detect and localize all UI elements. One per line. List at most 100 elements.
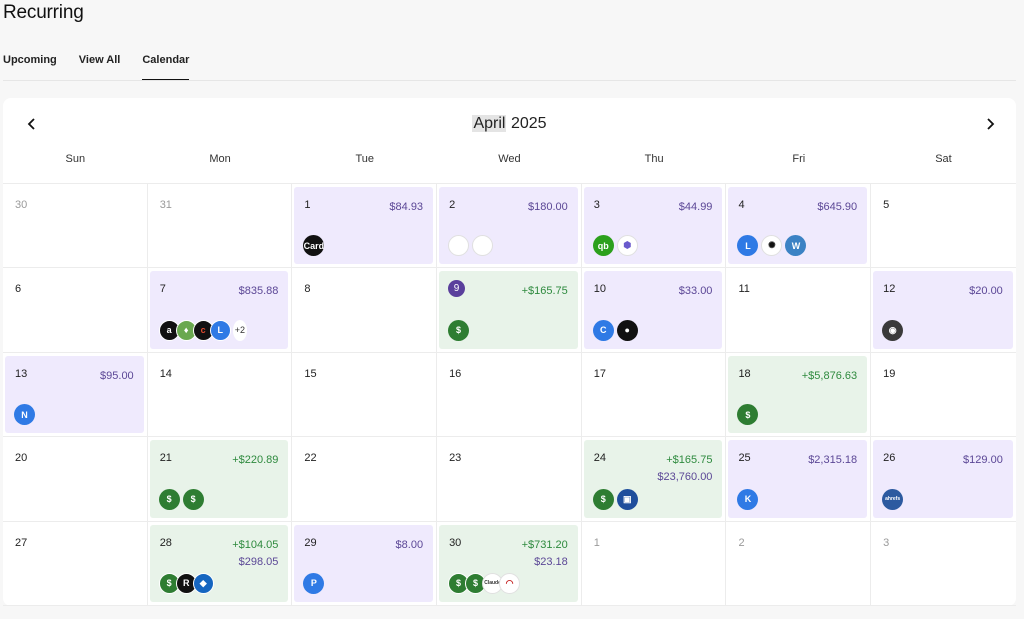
dollar-icon[interactable]: $ — [592, 488, 614, 510]
calendar-day-cell[interactable]: 1 — [581, 521, 727, 606]
dollar-icon[interactable]: $ — [737, 404, 759, 426]
calendar-day-cell[interactable]: 5 — [871, 184, 1016, 269]
tab-calendar[interactable]: Calendar — [142, 54, 190, 81]
day-number: 16 — [449, 367, 462, 380]
ahrefs-icon[interactable]: ahrefs — [882, 488, 904, 510]
calendar-day-cell[interactable]: 25 $2,315.18 K — [726, 437, 872, 522]
expense-amount: $2,315.18 — [808, 454, 858, 467]
merchant-icons: L ✺ W — [737, 235, 809, 257]
merchant-icons: a ♦ c L +2 — [158, 319, 250, 341]
calendar-day-cell[interactable]: 13 $95.00 N — [3, 352, 148, 438]
day-number: 20 — [15, 452, 28, 465]
letter-p-icon[interactable]: P — [303, 572, 325, 594]
calendar-day-cell[interactable]: 10 $33.00 C ● — [581, 268, 727, 353]
expense-amount: $835.88 — [238, 285, 279, 298]
amounts: +$165.75 — [522, 283, 568, 300]
dollar-icon[interactable]: $ — [448, 319, 470, 341]
day-number: 30 — [449, 536, 462, 549]
calendar-day-cell[interactable]: 23 — [437, 437, 582, 522]
calendar-day-cell[interactable]: 9 +$165.75 $ — [437, 268, 582, 353]
calendar-day-cell[interactable]: 2 — [726, 521, 872, 606]
calendar-day-cell[interactable]: 24 +$165.75 $23,760.00 $ ▣ — [581, 437, 727, 522]
month-title: April 2025 — [3, 115, 1016, 133]
next-month-button[interactable] — [980, 114, 1000, 134]
calendar-day-cell[interactable]: 3 $44.99 qb ⬢ — [581, 184, 727, 269]
day-number: 10 — [593, 283, 606, 296]
blue-logo-icon[interactable]: ◆ — [192, 572, 214, 594]
calendar-day-cell[interactable]: 28 +$104.05 $298.05 $ R ◆ — [147, 521, 293, 606]
day-number: 1 — [593, 536, 600, 549]
amounts: +$731.20 $23.18 — [522, 537, 568, 571]
letter-c-icon[interactable]: C — [592, 319, 614, 341]
weekday-label: Thu — [644, 153, 664, 165]
merchant-logo-icon[interactable] — [472, 235, 494, 257]
tab-view-all[interactable]: View All — [79, 54, 121, 81]
calendar-day-cell[interactable]: 15 — [292, 352, 438, 438]
day-number: 27 — [15, 536, 28, 549]
calendar-day-cell[interactable]: 3 — [871, 522, 1016, 606]
day-number: 18 — [738, 367, 751, 380]
merchant-icons: ahrefs — [882, 488, 906, 510]
letter-n-icon[interactable]: N — [14, 404, 35, 426]
calendar-day-cell[interactable]: 22 — [292, 437, 438, 522]
letter-l-icon[interactable]: L — [209, 319, 231, 341]
day-number: 31 — [159, 199, 172, 211]
dark-logo-icon[interactable]: ◉ — [882, 319, 904, 341]
calendar-day-cell[interactable]: 21 +$220.89 $ $ — [147, 437, 293, 522]
red-logo-icon[interactable]: ◠ — [499, 572, 521, 594]
letter-k-icon[interactable]: K — [737, 488, 759, 510]
calendar-day-cell[interactable]: 8 — [292, 268, 438, 353]
calendar-day-cell[interactable]: 1 $84.93 Card — [292, 184, 438, 269]
day-number: 21 — [159, 452, 172, 465]
calendar-grid: 30 31 1 $84.93 Card 2 $180.00 3 $44.99 qb ⬢ 4 $645.9… — [3, 183, 1016, 606]
calendar-day-cell[interactable]: 30 — [3, 184, 148, 269]
amounts: $2,315.18 — [808, 452, 857, 469]
expense-amount: $84.93 — [389, 201, 424, 213]
day-number: 15 — [304, 367, 317, 380]
tab-upcoming[interactable]: Upcoming — [3, 54, 57, 81]
letter-w-icon[interactable]: W — [785, 235, 807, 257]
amounts: +$5,876.63 — [802, 368, 857, 385]
calendar-day-cell[interactable]: 7 $835.88 a ♦ c L +2 — [147, 268, 293, 353]
amounts: $84.93 — [389, 199, 423, 216]
quickbooks-icon[interactable]: qb — [592, 235, 614, 257]
day-number: 29 — [304, 536, 317, 549]
amounts: $835.88 — [239, 283, 279, 300]
calendar-day-cell[interactable]: 18 +$5,876.63 $ — [726, 352, 872, 438]
income-amount: +$104.05 — [232, 538, 279, 551]
bank-logo-icon[interactable]: ▣ — [616, 488, 638, 510]
calendar-day-cell[interactable]: 19 — [871, 353, 1016, 438]
calendar-day-cell[interactable]: 31 — [147, 184, 293, 269]
merchant-logo-icon[interactable] — [448, 235, 470, 257]
calendar-day-cell[interactable]: 20 — [3, 437, 148, 522]
calendar-day-cell[interactable]: 6 — [3, 268, 148, 353]
letter-l-icon[interactable]: L — [737, 235, 759, 257]
expense-amount: $44.99 — [678, 201, 713, 213]
calendar-day-cell[interactable]: 4 $645.90 L ✺ W — [726, 184, 872, 269]
merchant-icons: $ ▣ — [592, 488, 641, 510]
calendar-day-cell[interactable]: 11 — [726, 268, 872, 353]
amounts: $33.00 — [679, 283, 713, 300]
calendar-day-cell[interactable]: 14 — [147, 352, 293, 438]
calendar-day-cell[interactable]: 16 — [437, 352, 582, 438]
calendar-day-cell[interactable]: 29 $8.00 P — [292, 521, 438, 606]
github-icon[interactable]: ● — [616, 319, 638, 341]
calendar-day-cell[interactable]: 2 $180.00 — [437, 184, 582, 269]
calendar-day-cell[interactable]: 30 +$731.20 $23.18 $ $ Claude ◠ — [437, 521, 582, 606]
calendar-day-cell[interactable]: 26 $129.00 ahrefs — [871, 437, 1016, 522]
day-number: 3 — [883, 536, 890, 549]
calendar-day-cell[interactable]: 17 — [581, 352, 727, 438]
merchant-icons: P — [303, 572, 327, 594]
dollar-icon[interactable]: $ — [182, 488, 204, 510]
calendar-card: April 2025 Sun Mon Tue Wed Thu Fri Sat 3… — [3, 98, 1016, 606]
amounts: $645.90 — [817, 199, 857, 216]
calendar-day-cell[interactable]: 12 $20.00 ◉ — [871, 268, 1016, 353]
hexagon-logo-icon[interactable]: ⬢ — [616, 235, 638, 257]
dollar-icon[interactable]: $ — [158, 488, 180, 510]
more-merchants-badge[interactable]: +2 — [232, 319, 247, 341]
income-amount: +$5,876.63 — [801, 369, 858, 382]
weekday-label: Tue — [355, 153, 374, 165]
apple-card-icon[interactable]: Card — [303, 235, 325, 257]
calendar-day-cell[interactable]: 27 — [3, 521, 148, 606]
openai-icon[interactable]: ✺ — [761, 235, 783, 257]
